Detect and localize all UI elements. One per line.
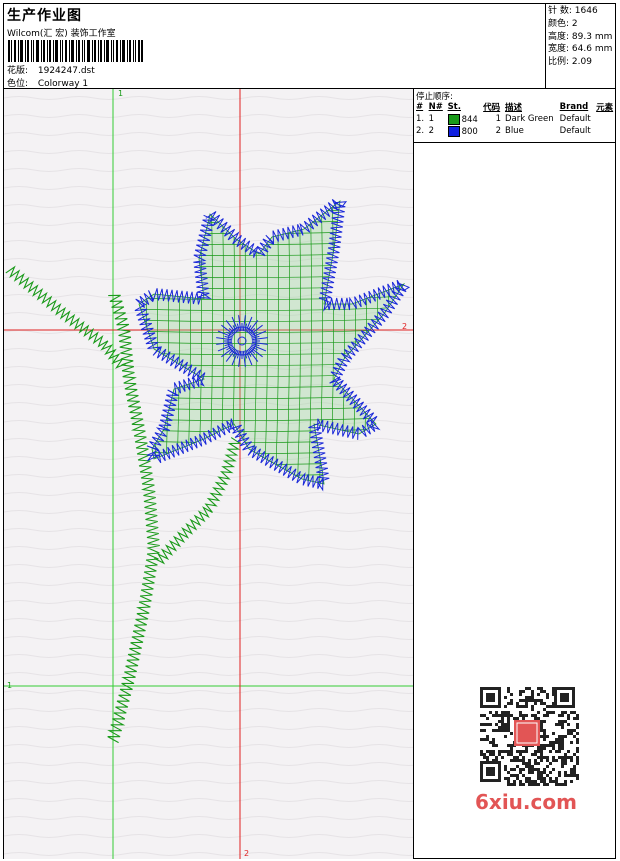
marker-1-top: 1	[118, 89, 123, 98]
header-divider	[545, 3, 546, 88]
ratio-row: 比例: 2.09	[548, 57, 592, 68]
canvas-divider	[413, 88, 414, 859]
col-header-description: 描述	[504, 103, 522, 113]
col-header-stitches: St.	[447, 102, 461, 112]
ratio-value: 2.09	[571, 57, 592, 68]
width-value: 64.6 mm	[571, 44, 613, 55]
design-name-row: 花版: 1924247.dst	[7, 63, 95, 76]
height-value: 89.3 mm	[571, 31, 613, 42]
stats-panel: 针 数: 1646 颜色: 2 高度: 89.3 mm 宽度: 64.6 mm …	[548, 5, 612, 69]
design-canvas: 1 1 2 2	[4, 89, 413, 859]
marker-2-bottom: 2	[244, 849, 249, 858]
col-header-index: #	[416, 102, 424, 112]
col-header-needle: N#	[428, 102, 443, 112]
watermark-logo-text: 6xiu.com	[475, 790, 577, 814]
design-name-value: 1924247.dst	[37, 66, 95, 76]
width-row: 宽度: 64.6 mm	[548, 44, 613, 55]
header: 生产作业图 Wilcom(汇 宏) 装饰工作室 花版: 1924247.dst …	[4, 4, 544, 89]
stop-sequence-rule	[414, 142, 616, 143]
table-row: 1. 1 844 1 Dark Green Default	[416, 113, 591, 125]
colors-value: 2	[571, 18, 578, 29]
table-row: 2. 2 800 2 Blue Default	[416, 125, 591, 137]
col-header-code: 代码	[483, 103, 501, 113]
marker-1-left: 1	[7, 681, 12, 690]
stitches-row: 针 数: 1646	[548, 6, 598, 16]
col-header-element: 元素	[596, 103, 614, 113]
color-swatch	[447, 125, 460, 137]
stop-sequence-table: # N# St. 代码 描述 Brand 元素 1. 1 844 1 Dark …	[414, 101, 616, 137]
color-swatch	[447, 113, 460, 125]
height-row: 高度: 89.3 mm	[548, 31, 613, 42]
company-name: Wilcom(汇 宏) 装饰工作室	[7, 29, 116, 39]
marker-2-right: 2	[402, 322, 407, 331]
col-header-brand: Brand	[559, 102, 589, 112]
sheet-title: 生产作业图	[7, 8, 82, 24]
barcode	[8, 40, 143, 62]
design-name-label: 花版:	[7, 66, 29, 76]
stop-sequence-header: # N# St. 代码 描述 Brand 元素	[414, 101, 616, 113]
stitches-value: 1646	[574, 6, 598, 16]
colors-row: 颜色: 2	[548, 18, 578, 29]
